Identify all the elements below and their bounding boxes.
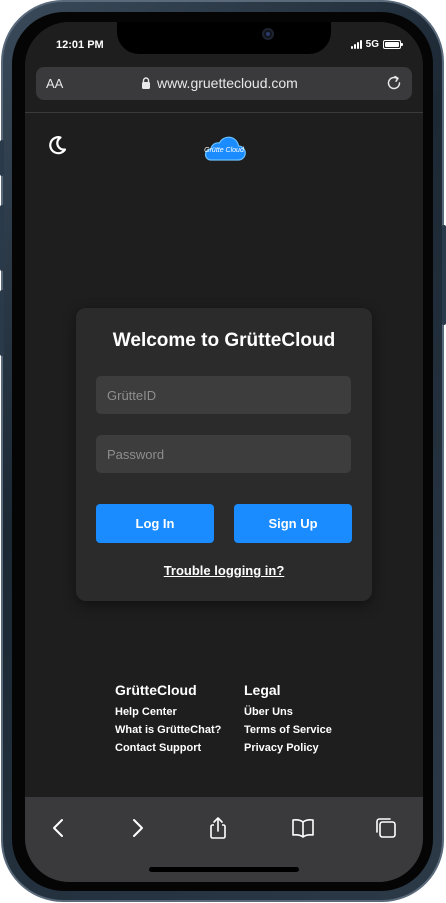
notch — [117, 22, 331, 54]
text-size-button[interactable]: AA — [46, 76, 63, 91]
battery-icon — [383, 40, 403, 49]
front-camera — [262, 28, 274, 40]
side-button-power — [442, 225, 446, 325]
password-input[interactable] — [96, 435, 351, 473]
login-card: Welcome to GrütteCloud Log In Sign Up Tr… — [76, 308, 372, 601]
home-indicator[interactable] — [149, 867, 299, 872]
about-us-link[interactable]: Über Uns — [244, 703, 332, 721]
signup-button[interactable]: Sign Up — [234, 504, 352, 543]
address-bar[interactable]: AA www.gruettecloud.com — [36, 67, 412, 100]
moon-icon[interactable] — [46, 134, 68, 156]
help-center-link[interactable]: Help Center — [115, 703, 221, 721]
url-text: www.gruettecloud.com — [157, 75, 298, 91]
trouble-logging-in-link[interactable]: Trouble logging in? — [76, 563, 372, 578]
share-icon[interactable] — [205, 815, 231, 841]
side-button-volume-up — [0, 205, 4, 271]
footer-heading: GrütteCloud — [115, 682, 197, 698]
contact-support-link[interactable]: Contact Support — [115, 739, 221, 757]
side-button-volume-down — [0, 290, 4, 356]
status-indicators: 5G — [350, 39, 403, 50]
footer-heading: Legal — [244, 682, 281, 698]
back-icon[interactable] — [46, 815, 72, 841]
toolbar-divider — [25, 112, 423, 113]
network-type: 5G — [365, 39, 379, 50]
cellular-signal-icon — [350, 40, 362, 49]
gruette-id-input[interactable] — [96, 376, 351, 414]
reload-icon[interactable] — [384, 73, 404, 93]
privacy-policy-link[interactable]: Privacy Policy — [244, 739, 332, 757]
login-button[interactable]: Log In — [96, 504, 214, 543]
text-size-label: AA — [46, 76, 64, 91]
gruettecloud-logo[interactable]: Grütte Cloud — [202, 133, 246, 163]
status-bar: 12:01 PM 5G — [25, 22, 423, 68]
footer-column-legal: Legal Über Uns Terms of Service Privacy … — [244, 682, 332, 757]
screen: 12:01 PM 5G AA www.gruettecloud.com Grüt… — [25, 22, 423, 882]
lock-icon — [142, 77, 150, 89]
status-time: 12:01 PM — [56, 39, 104, 51]
bookmarks-icon[interactable] — [290, 815, 316, 841]
login-title: Welcome to GrütteCloud — [112, 330, 336, 351]
side-button-silent — [0, 140, 4, 176]
what-is-gruettechat-link[interactable]: What is GrütteChat? — [115, 721, 221, 739]
logo-text: Grütte Cloud — [204, 147, 245, 154]
footer-column-gruettecloud: GrütteCloud Help Center What is GrütteCh… — [115, 682, 221, 757]
tabs-icon[interactable] — [373, 815, 399, 841]
forward-icon[interactable] — [124, 815, 150, 841]
battery-level-fill — [385, 42, 399, 47]
terms-of-service-link[interactable]: Terms of Service — [244, 721, 332, 739]
url-display[interactable]: www.gruettecloud.com — [141, 75, 298, 91]
